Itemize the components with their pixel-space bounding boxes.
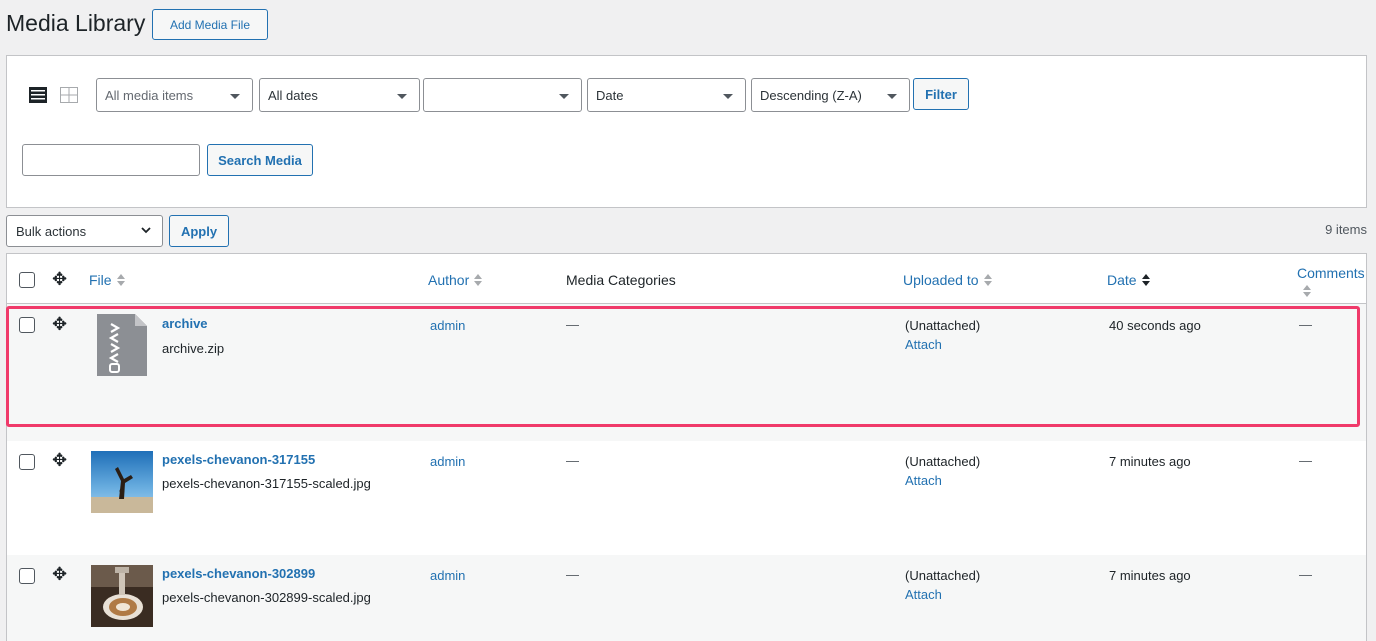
orderby-value: Date	[596, 87, 624, 103]
media-title-link[interactable]: archive	[162, 316, 208, 331]
date-value: 7 minutes ago	[1109, 568, 1191, 583]
items-count: 9 items	[1325, 222, 1367, 237]
select-all-checkbox[interactable]	[19, 272, 35, 288]
bulk-actions-value: Bulk actions	[16, 223, 87, 239]
uploaded-to-value: (Unattached)	[905, 454, 981, 469]
chevron-down-icon	[230, 94, 240, 99]
zip-file-icon[interactable]	[91, 314, 153, 376]
column-date[interactable]: Date	[1107, 272, 1150, 288]
search-media-button[interactable]: Search Media	[207, 144, 313, 176]
author-link[interactable]: admin	[430, 568, 465, 583]
sort-icon	[116, 274, 125, 286]
media-filename: pexels-chevanon-302899-scaled.jpg	[162, 590, 371, 605]
media-table: ✥ File Author Media Categories Uploaded …	[6, 253, 1367, 641]
search-input[interactable]	[22, 144, 200, 176]
attach-link[interactable]: Attach	[905, 587, 942, 602]
list-view-icon[interactable]	[29, 87, 47, 103]
order-select[interactable]: Descending (Z-A)	[751, 78, 910, 112]
add-media-file-button[interactable]: Add Media File	[152, 9, 268, 40]
uploaded-to-value: (Unattached)	[905, 568, 981, 583]
media-title-link[interactable]: pexels-chevanon-302899	[162, 566, 315, 581]
author-link[interactable]: admin	[430, 318, 465, 333]
attach-link[interactable]: Attach	[905, 473, 942, 488]
media-filename: archive.zip	[162, 341, 225, 356]
date-value: 7 minutes ago	[1109, 454, 1191, 469]
media-categories-value: —	[566, 453, 579, 468]
table-header: ✥ File Author Media Categories Uploaded …	[7, 254, 1366, 304]
comments-value: —	[1299, 453, 1312, 468]
dates-value: All dates	[268, 87, 318, 103]
chevron-down-icon	[140, 224, 152, 239]
bulk-actions-select[interactable]: Bulk actions	[6, 215, 163, 247]
author-link[interactable]: admin	[430, 454, 465, 469]
order-value: Descending (Z-A)	[760, 87, 862, 103]
row-checkbox[interactable]	[19, 317, 35, 333]
apply-button[interactable]: Apply	[169, 215, 229, 247]
filter-button[interactable]: Filter	[913, 78, 969, 110]
chevron-down-icon	[397, 94, 407, 99]
chevron-down-icon	[559, 94, 569, 99]
column-file[interactable]: File	[89, 272, 125, 288]
comments-value: —	[1299, 567, 1312, 582]
chevron-down-icon	[887, 94, 897, 99]
sort-icon	[983, 274, 992, 286]
row-checkbox[interactable]	[19, 454, 35, 470]
table-row: ✥ pexels-chevanon-302899 pexels-chevanon…	[7, 555, 1366, 641]
photo-thumbnail[interactable]	[91, 565, 153, 627]
page-title: Media Library	[6, 10, 146, 36]
media-categories-value: —	[566, 567, 579, 582]
column-comments-label: Comments	[1297, 265, 1365, 281]
media-type-value: All media items	[105, 87, 194, 103]
column-uploaded-to-label: Uploaded to	[903, 272, 979, 288]
move-icon: ✥	[52, 269, 68, 289]
comments-value: —	[1299, 317, 1312, 332]
column-author-label: Author	[428, 272, 470, 288]
column-date-label: Date	[1107, 272, 1137, 288]
category-select[interactable]	[423, 78, 582, 112]
column-file-label: File	[89, 272, 112, 288]
media-filename: pexels-chevanon-317155-scaled.jpg	[162, 476, 371, 491]
photo-thumbnail[interactable]	[91, 451, 153, 513]
move-icon[interactable]: ✥	[52, 451, 67, 469]
move-icon[interactable]: ✥	[52, 315, 67, 333]
date-value: 40 seconds ago	[1109, 318, 1201, 333]
attach-link[interactable]: Attach	[905, 337, 942, 352]
move-icon[interactable]: ✥	[52, 565, 67, 583]
sort-icon	[474, 274, 483, 286]
column-uploaded-to[interactable]: Uploaded to	[903, 272, 992, 288]
column-author[interactable]: Author	[428, 272, 483, 288]
column-comments[interactable]: Comments	[1297, 265, 1365, 297]
media-categories-value: —	[566, 317, 579, 332]
grid-view-icon[interactable]	[60, 87, 78, 103]
uploaded-to-value: (Unattached)	[905, 318, 981, 333]
media-type-select[interactable]: All media items	[96, 78, 253, 112]
media-filter-toolbar: All media items All dates Date Descendin…	[6, 55, 1367, 208]
sort-descending-icon	[1141, 274, 1150, 286]
table-row: ✥ pexels-chevanon-317155 pexels-chevanon…	[7, 441, 1366, 555]
chevron-down-icon	[723, 94, 733, 99]
media-title-link[interactable]: pexels-chevanon-317155	[162, 452, 315, 467]
table-row: ✥ archive archive.zip admin — (Unattache…	[7, 304, 1366, 441]
column-media-categories: Media Categories	[566, 272, 676, 288]
orderby-select[interactable]: Date	[587, 78, 746, 112]
sort-icon	[1303, 285, 1311, 297]
dates-select[interactable]: All dates	[259, 78, 420, 112]
row-checkbox[interactable]	[19, 568, 35, 584]
